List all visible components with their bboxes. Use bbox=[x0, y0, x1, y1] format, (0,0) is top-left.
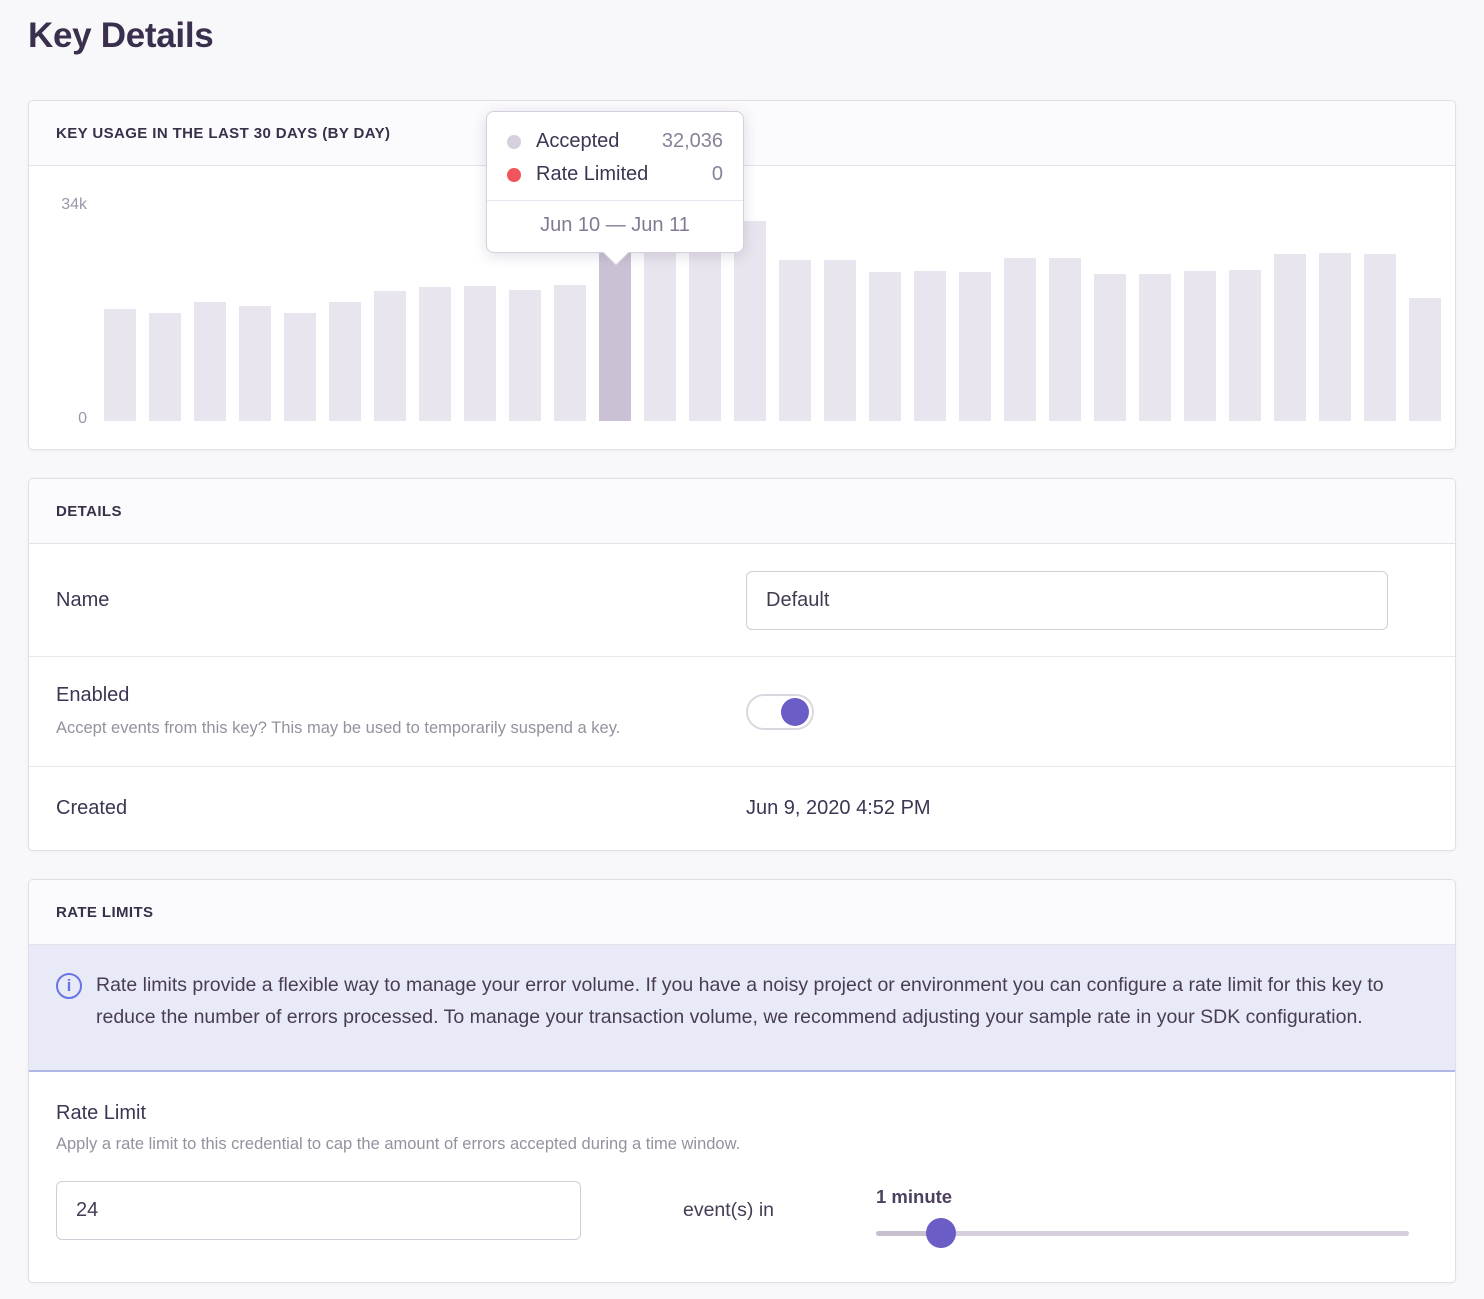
name-input[interactable] bbox=[746, 571, 1388, 630]
chart-bar[interactable] bbox=[284, 313, 316, 421]
rate-limit-count-input[interactable] bbox=[56, 1181, 581, 1240]
y-axis-min-label: 0 bbox=[29, 410, 87, 428]
chart-bar[interactable] bbox=[1049, 258, 1081, 421]
chart-bar[interactable] bbox=[1139, 274, 1171, 421]
info-alert-text: Rate limits provide a flexible way to ma… bbox=[96, 969, 1425, 1070]
tooltip-label: Accepted bbox=[536, 130, 619, 153]
usage-panel: KEY USAGE IN THE LAST 30 DAYS (BY DAY) 3… bbox=[28, 100, 1456, 450]
details-panel: DETAILS Name Enabled Accept events from … bbox=[28, 478, 1456, 851]
usage-panel-title: KEY USAGE IN THE LAST 30 DAYS (BY DAY) bbox=[56, 125, 390, 142]
chart-bar[interactable] bbox=[554, 285, 586, 421]
chart-bar[interactable] bbox=[644, 242, 676, 421]
enabled-toggle[interactable] bbox=[746, 694, 814, 730]
chart-bar[interactable] bbox=[1229, 270, 1261, 421]
rate-window-slider: 1 minute bbox=[876, 1186, 1409, 1236]
enabled-label: Enabled bbox=[56, 684, 746, 707]
chart-bar[interactable] bbox=[329, 302, 361, 421]
enabled-help: Accept events from this key? This may be… bbox=[56, 716, 746, 740]
chart-bar[interactable] bbox=[104, 309, 136, 421]
name-label: Name bbox=[56, 589, 746, 612]
slider-knob[interactable] bbox=[926, 1218, 956, 1248]
rate-limits-panel: RATE LIMITS i Rate limits provide a flex… bbox=[28, 879, 1456, 1283]
chart-bar[interactable] bbox=[914, 271, 946, 421]
y-axis-max-label: 34k bbox=[29, 196, 87, 214]
chart-tooltip: Accepted 32,036 Rate Limited 0 Jun 10 — … bbox=[486, 111, 744, 253]
chart-bar[interactable] bbox=[1004, 258, 1036, 421]
tooltip-rows: Accepted 32,036 Rate Limited 0 bbox=[487, 112, 743, 200]
chart-bar[interactable] bbox=[779, 260, 811, 421]
rate-limit-help: Apply a rate limit to this credential to… bbox=[56, 1135, 1428, 1154]
slider-track[interactable] bbox=[876, 1231, 1409, 1236]
bar-chart bbox=[104, 204, 1441, 421]
created-label: Created bbox=[56, 797, 746, 820]
chart-bar[interactable] bbox=[1094, 274, 1126, 421]
rate-window-label: 1 minute bbox=[876, 1186, 1409, 1208]
chart-bar[interactable] bbox=[374, 291, 406, 421]
chart-bar[interactable] bbox=[824, 260, 856, 421]
chart-bar[interactable] bbox=[1274, 254, 1306, 421]
chart-bar[interactable] bbox=[1184, 271, 1216, 421]
chart-bar[interactable] bbox=[419, 287, 451, 421]
rate-limited-legend-dot-icon bbox=[507, 168, 521, 182]
chart-bar[interactable] bbox=[239, 306, 271, 421]
tooltip-label: Rate Limited bbox=[536, 163, 648, 186]
page-title: Key Details bbox=[28, 16, 213, 56]
rate-limits-panel-title: RATE LIMITS bbox=[56, 904, 153, 921]
enabled-row: Enabled Accept events from this key? Thi… bbox=[29, 657, 1455, 767]
rate-limit-label: Rate Limit bbox=[56, 1102, 1428, 1125]
rate-limit-controls: event(s) in 1 minute bbox=[56, 1181, 1428, 1240]
chart-bar[interactable] bbox=[1409, 298, 1441, 421]
toggle-knob bbox=[781, 698, 809, 726]
tooltip-row-accepted: Accepted 32,036 bbox=[507, 125, 723, 158]
accepted-legend-dot-icon bbox=[507, 135, 521, 149]
chart-bar[interactable] bbox=[1319, 253, 1351, 421]
tooltip-value: 32,036 bbox=[662, 130, 723, 153]
chart-bar[interactable] bbox=[1364, 254, 1396, 421]
chart-bar[interactable] bbox=[869, 272, 901, 421]
rate-limit-connector-text: event(s) in bbox=[581, 1199, 876, 1222]
chart-bar[interactable] bbox=[194, 302, 226, 421]
chart-bar[interactable] bbox=[509, 290, 541, 422]
rate-limit-section: Rate Limit Apply a rate limit to this cr… bbox=[29, 1072, 1455, 1240]
rate-limits-panel-header: RATE LIMITS bbox=[29, 880, 1455, 945]
chart-bar[interactable] bbox=[464, 286, 496, 421]
name-row: Name bbox=[29, 544, 1455, 657]
created-value: Jun 9, 2020 4:52 PM bbox=[746, 797, 931, 820]
chart-bar[interactable] bbox=[959, 272, 991, 421]
details-panel-header: DETAILS bbox=[29, 479, 1455, 544]
chart-bar[interactable] bbox=[149, 313, 181, 422]
tooltip-row-rate-limited: Rate Limited 0 bbox=[507, 158, 723, 191]
created-row: Created Jun 9, 2020 4:52 PM bbox=[29, 767, 1455, 850]
info-icon: i bbox=[56, 973, 82, 999]
details-panel-title: DETAILS bbox=[56, 503, 122, 520]
tooltip-value: 0 bbox=[712, 163, 723, 186]
rate-limits-info-alert: i Rate limits provide a flexible way to … bbox=[29, 945, 1455, 1072]
